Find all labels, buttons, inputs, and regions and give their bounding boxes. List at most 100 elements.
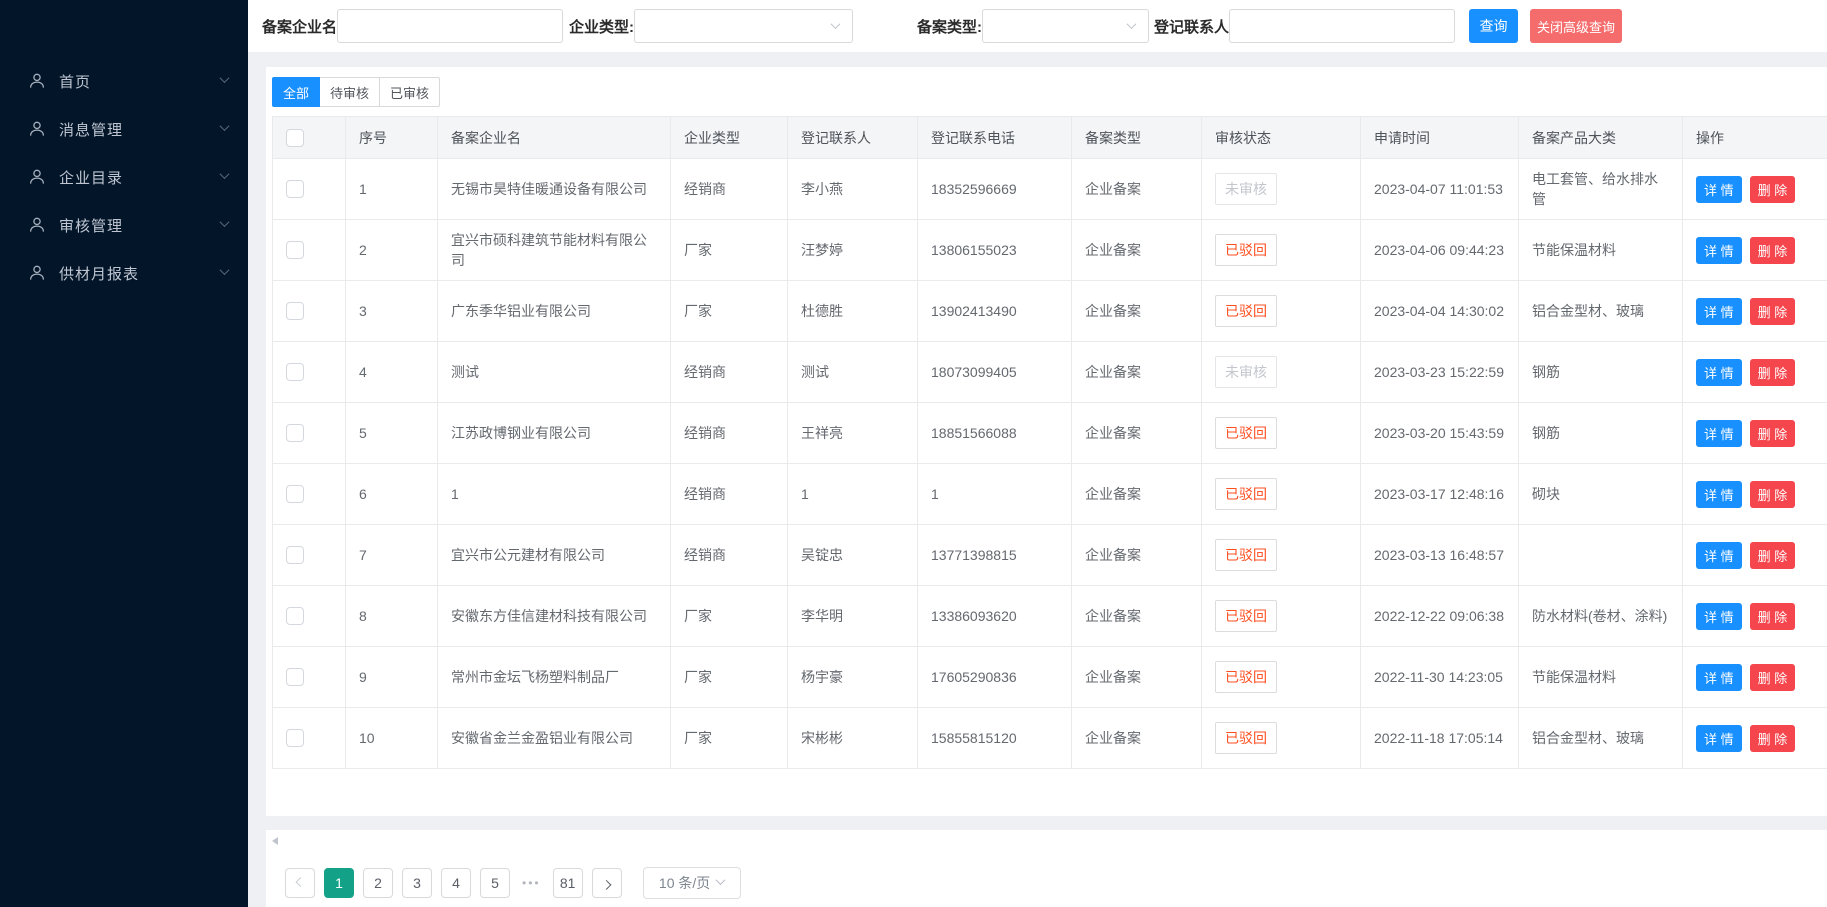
pagination: 12345 ••• 81 10 条/页 — [285, 867, 741, 899]
company-cell: 常州市金坛飞杨塑料制品厂 — [438, 647, 671, 708]
table-body: 1无锡市昊特佳暖通设备有限公司经销商李小燕18352596669企业备案未审核2… — [273, 159, 1827, 769]
phone-cell: 18073099405 — [918, 342, 1072, 403]
detail-button[interactable]: 详 情 — [1696, 603, 1742, 630]
row-checkbox[interactable] — [286, 424, 304, 442]
delete-button[interactable]: 删 除 — [1750, 420, 1796, 447]
apply-time-cell: 2023-04-04 14:30:02 — [1361, 281, 1519, 342]
search-button[interactable]: 查询 — [1469, 9, 1518, 43]
tab-0[interactable]: 全部 — [272, 77, 320, 107]
row-checkbox[interactable] — [286, 546, 304, 564]
page-size-select[interactable]: 10 条/页 — [643, 867, 741, 899]
category-cell: 节能保温材料 — [1519, 647, 1683, 708]
operations-cell: 详 情删 除 — [1683, 220, 1827, 281]
page-button-5[interactable]: 5 — [480, 868, 510, 898]
filing-type-select[interactable] — [982, 9, 1149, 43]
row-checkbox[interactable] — [286, 241, 304, 259]
sidebar-item-1[interactable]: 消息管理 — [0, 105, 248, 153]
tab-2[interactable]: 已审核 — [379, 77, 440, 107]
detail-button[interactable]: 详 情 — [1696, 481, 1742, 508]
apply-time-cell: 2022-11-18 17:05:14 — [1361, 708, 1519, 769]
enterprise-type-cell: 厂家 — [671, 281, 788, 342]
filing-type-label: 备案类型: — [917, 16, 982, 37]
row-select-cell — [273, 708, 346, 769]
page-button-2[interactable]: 2 — [363, 868, 393, 898]
seq-cell: 3 — [346, 281, 438, 342]
row-checkbox[interactable] — [286, 607, 304, 625]
user-icon — [28, 264, 46, 282]
phone-cell: 18851566088 — [918, 403, 1072, 464]
column-header: 备案产品大类 — [1519, 117, 1683, 159]
apply-time-cell: 2023-03-17 12:48:16 — [1361, 464, 1519, 525]
status-badge: 已驳回 — [1215, 661, 1277, 693]
delete-button[interactable]: 删 除 — [1750, 542, 1796, 569]
table-row: 4测试经销商测试18073099405企业备案未审核2023-03-23 15:… — [273, 342, 1827, 403]
delete-button[interactable]: 删 除 — [1750, 664, 1796, 691]
delete-button[interactable]: 删 除 — [1750, 603, 1796, 630]
status-cell: 已驳回 — [1202, 708, 1361, 769]
row-checkbox[interactable] — [286, 668, 304, 686]
row-select-cell — [273, 281, 346, 342]
apply-time-cell: 2023-03-20 15:43:59 — [1361, 403, 1519, 464]
sidebar-item-2[interactable]: 企业目录 — [0, 153, 248, 201]
select-all-checkbox[interactable] — [286, 129, 304, 147]
company-name-input[interactable] — [337, 9, 563, 43]
detail-button[interactable]: 详 情 — [1696, 420, 1742, 447]
delete-button[interactable]: 删 除 — [1750, 359, 1796, 386]
contact-input[interactable] — [1229, 9, 1455, 43]
enterprise-type-select[interactable] — [634, 9, 853, 43]
company-cell: 测试 — [438, 342, 671, 403]
status-tabs: 全部待审核已审核 — [272, 77, 440, 107]
filing-type-cell: 企业备案 — [1072, 586, 1202, 647]
row-checkbox[interactable] — [286, 363, 304, 381]
row-checkbox[interactable] — [286, 302, 304, 320]
next-page-button[interactable] — [592, 868, 622, 898]
sidebar-item-3[interactable]: 审核管理 — [0, 201, 248, 249]
row-checkbox[interactable] — [286, 485, 304, 503]
detail-button[interactable]: 详 情 — [1696, 298, 1742, 325]
status-badge: 已驳回 — [1215, 478, 1277, 510]
row-checkbox[interactable] — [286, 729, 304, 747]
page-button-1[interactable]: 1 — [324, 868, 354, 898]
detail-button[interactable]: 详 情 — [1696, 542, 1742, 569]
detail-button[interactable]: 详 情 — [1696, 664, 1742, 691]
enterprise-type-cell: 厂家 — [671, 708, 788, 769]
filing-type-cell: 企业备案 — [1072, 342, 1202, 403]
filter-contact-group: 登记联系人 — [1154, 9, 1455, 43]
filing-type-cell: 企业备案 — [1072, 403, 1202, 464]
hscroll-left-arrow-icon[interactable] — [272, 837, 278, 845]
delete-button[interactable]: 删 除 — [1750, 237, 1796, 264]
delete-button[interactable]: 删 除 — [1750, 481, 1796, 508]
detail-button[interactable]: 详 情 — [1696, 359, 1742, 386]
detail-button[interactable]: 详 情 — [1696, 725, 1742, 752]
pagination-ellipsis[interactable]: ••• — [522, 876, 541, 890]
page-button-81[interactable]: 81 — [553, 868, 583, 898]
row-select-cell — [273, 342, 346, 403]
delete-button[interactable]: 删 除 — [1750, 725, 1796, 752]
detail-button[interactable]: 详 情 — [1696, 237, 1742, 264]
sidebar-menu: 首页消息管理企业目录审核管理供材月报表 — [0, 0, 248, 297]
status-cell: 已驳回 — [1202, 220, 1361, 281]
status-cell: 已驳回 — [1202, 403, 1361, 464]
contact-cell: 王祥亮 — [788, 403, 918, 464]
sidebar-item-4[interactable]: 供材月报表 — [0, 249, 248, 297]
chevron-down-icon — [220, 73, 230, 83]
app-window: 首页消息管理企业目录审核管理供材月报表 备案企业名 企业类型: 备案类型: 登记… — [0, 0, 1827, 907]
tab-1[interactable]: 待审核 — [319, 77, 380, 107]
status-badge: 已驳回 — [1215, 722, 1277, 754]
row-select-cell — [273, 647, 346, 708]
status-cell: 已驳回 — [1202, 464, 1361, 525]
filing-type-cell: 企业备案 — [1072, 220, 1202, 281]
delete-button[interactable]: 删 除 — [1750, 298, 1796, 325]
row-checkbox[interactable] — [286, 180, 304, 198]
operations-cell: 详 情删 除 — [1683, 647, 1827, 708]
page-button-4[interactable]: 4 — [441, 868, 471, 898]
chevron-down-icon — [831, 19, 841, 29]
prev-page-button[interactable] — [285, 868, 315, 898]
delete-button[interactable]: 删 除 — [1750, 176, 1796, 203]
detail-button[interactable]: 详 情 — [1696, 176, 1742, 203]
table-row: 2宜兴市硕科建筑节能材料有限公司厂家汪梦婷13806155023企业备案已驳回2… — [273, 220, 1827, 281]
sidebar-item-0[interactable]: 首页 — [0, 57, 248, 105]
page-button-3[interactable]: 3 — [402, 868, 432, 898]
contact-cell: 李华明 — [788, 586, 918, 647]
close-advanced-search-button[interactable]: 关闭高级查询 — [1530, 9, 1622, 43]
